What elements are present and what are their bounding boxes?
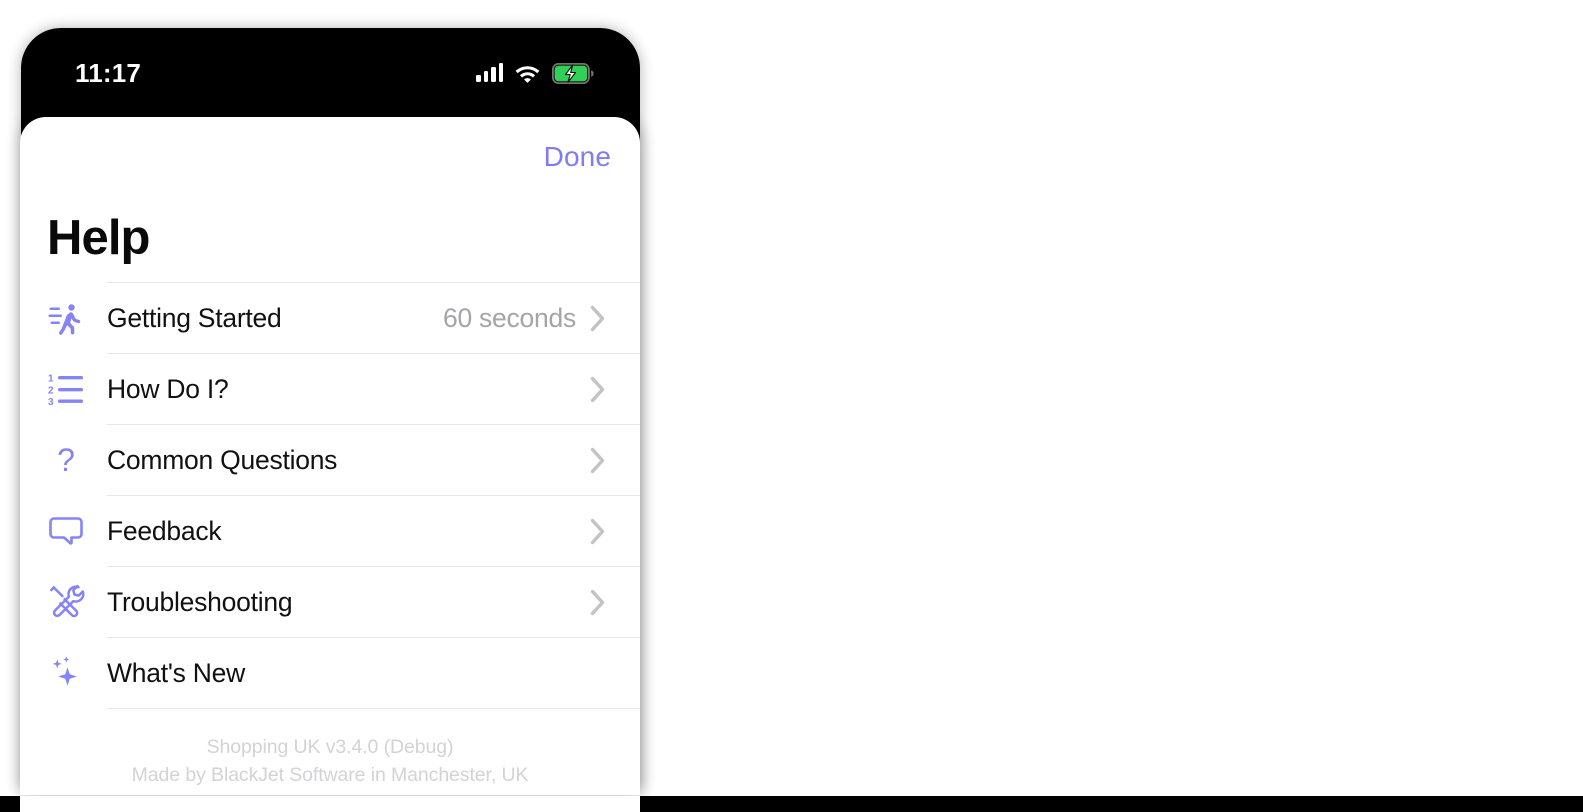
speech-bubble-icon — [20, 515, 107, 547]
svg-text:1: 1 — [48, 374, 54, 385]
svg-text:2: 2 — [48, 386, 54, 397]
list-item-label: Feedback — [107, 515, 222, 546]
list-item-label: Common Questions — [107, 444, 338, 475]
list-divider — [107, 708, 640, 709]
list-item-troubleshooting[interactable]: Troubleshooting — [20, 567, 640, 637]
status-bar-time: 11:17 — [75, 58, 142, 88]
chevron-right-icon — [590, 447, 640, 474]
chevron-right-icon — [590, 305, 640, 332]
wifi-icon — [515, 66, 540, 83]
chevron-right-icon — [590, 589, 640, 616]
app-footer: Shopping UK v3.4.0 (Debug) Made by Black… — [20, 734, 640, 789]
list-item-label: What's New — [107, 657, 246, 688]
done-button[interactable]: Done — [542, 135, 613, 179]
list-item-label: Getting Started — [107, 302, 282, 333]
screenshot-root: 11:17 Done Help Getting Started 60 secon… — [0, 0, 1583, 812]
cellular-bars-icon — [476, 63, 503, 82]
page-title: Help — [47, 211, 150, 265]
list-item-common-questions[interactable]: ? Common Questions — [20, 425, 640, 495]
app-version-text: Shopping UK v3.4.0 (Debug) — [206, 736, 454, 758]
battery-charging-icon — [552, 62, 594, 84]
figure-walk-motion-icon — [20, 300, 107, 336]
help-sheet: Done Help Getting Started 60 seconds 1 2… — [20, 117, 640, 795]
chevron-right-icon — [590, 518, 640, 545]
list-item-detail: 60 seconds — [442, 302, 576, 333]
list-item-how-do-i[interactable]: 1 2 3 How Do I? — [20, 354, 640, 424]
status-bar: 11:17 — [21, 28, 640, 114]
list-number-icon: 1 2 3 — [20, 372, 107, 406]
list-item-getting-started[interactable]: Getting Started 60 seconds — [20, 283, 640, 353]
wrench-screwdriver-icon — [20, 583, 107, 621]
list-item-whats-new[interactable]: What's New — [20, 638, 640, 708]
status-bar-indicators — [476, 62, 594, 84]
sparkles-icon — [20, 654, 107, 692]
svg-text:3: 3 — [48, 397, 54, 406]
svg-text:?: ? — [57, 442, 75, 478]
chevron-right-icon — [590, 376, 640, 403]
sheet-bottom-continuation — [20, 796, 640, 812]
list-item-label: Troubleshooting — [107, 586, 293, 617]
list-item-feedback[interactable]: Feedback — [20, 496, 640, 566]
sheet-toolbar: Done — [542, 117, 640, 197]
app-maker-text: Made by BlackJet Software in Manchester,… — [131, 763, 529, 786]
question-mark-icon: ? — [20, 442, 107, 478]
list-item-label: How Do I? — [107, 373, 229, 404]
help-list: Getting Started 60 seconds 1 2 3 How Do … — [20, 282, 640, 709]
